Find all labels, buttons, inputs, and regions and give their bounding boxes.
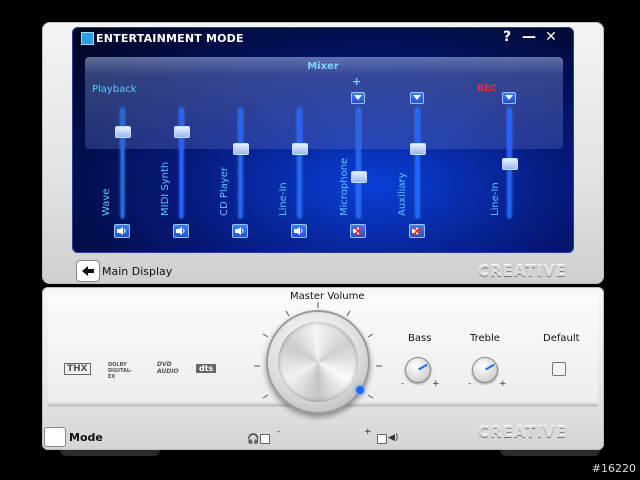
- channel-label-line-in: Line-In: [278, 182, 289, 216]
- cd-player-slider-thumb[interactable]: [233, 143, 249, 155]
- chevron-down-icon: [505, 95, 513, 100]
- cd-player-slider-track[interactable]: [239, 108, 242, 218]
- default-label: Default: [543, 333, 580, 344]
- microphone-select-button[interactable]: [351, 92, 365, 104]
- speaker-toggle[interactable]: [377, 434, 387, 444]
- creative-logo-top: CREATIVE: [478, 262, 567, 280]
- thx-logo: THX: [64, 363, 91, 375]
- microphone-slider-thumb[interactable]: [351, 171, 367, 183]
- line-in-slider-thumb[interactable]: [292, 143, 308, 155]
- speaker-icon: [235, 227, 244, 235]
- dts-logo: dts: [196, 364, 217, 373]
- minimize-button[interactable]: —: [521, 29, 537, 45]
- help-button[interactable]: ?: [499, 29, 515, 45]
- auxiliary-select-button[interactable]: [410, 92, 424, 104]
- volume-indicator: [356, 386, 364, 394]
- plus-icon: +: [352, 75, 362, 88]
- mode-button[interactable]: [44, 427, 66, 447]
- speaker-icon: [117, 227, 126, 235]
- auxiliary-mute-button[interactable]: [409, 224, 425, 238]
- speaker-icon: [176, 227, 185, 235]
- playback-label: Playback: [92, 84, 137, 95]
- muted-speaker-icon: [353, 227, 363, 235]
- muted-speaker-icon: [412, 227, 422, 235]
- arrow-left-icon: [82, 266, 94, 276]
- headphone-icon: 🎧: [247, 434, 260, 445]
- channel-label-auxiliary: Auxiliary: [397, 172, 408, 216]
- speaker-icon: [294, 227, 303, 235]
- headphone-toggle[interactable]: [260, 434, 270, 444]
- left-foot: [60, 450, 160, 456]
- speaker-icon: ◀): [388, 433, 399, 443]
- channel-label-rec-line-in: Line-In: [490, 182, 501, 216]
- dvd-audio-logo: DVD AUDIO: [157, 361, 179, 375]
- treble-label: Treble: [470, 333, 500, 344]
- treble-plus: +: [499, 379, 507, 389]
- midi-synth-slider-thumb[interactable]: [174, 126, 190, 138]
- channel-label-microphone: Microphone: [339, 157, 350, 216]
- right-foot: [500, 450, 600, 456]
- line-in-mute-button[interactable]: [291, 224, 307, 238]
- bass-label: Bass: [408, 333, 432, 344]
- bass-plus: +: [432, 379, 440, 389]
- wave-slider-track[interactable]: [121, 108, 124, 218]
- dolby-logo: DOLBY DIGITAL-EX: [108, 362, 133, 380]
- volume-minus: -: [277, 427, 281, 437]
- volume-plus: +: [364, 427, 372, 437]
- chevron-down-icon: [413, 95, 421, 100]
- channel-label-cd-player: CD Player: [219, 167, 230, 216]
- mixer-header: Mixer: [307, 61, 339, 72]
- window-title: ENTERTAINMENT MODE: [96, 32, 244, 45]
- midi-synth-slider-track[interactable]: [180, 108, 183, 218]
- midi-synth-mute-button[interactable]: [173, 224, 189, 238]
- close-button[interactable]: ✕: [543, 29, 559, 45]
- auxiliary-slider-track[interactable]: [416, 108, 419, 218]
- creative-logo-bottom: CREATIVE: [478, 423, 567, 441]
- main-display-button[interactable]: [76, 260, 100, 282]
- channel-label-midi-synth: MIDI Synth: [160, 161, 171, 216]
- default-button[interactable]: [552, 362, 566, 376]
- mode-label: Mode: [69, 431, 103, 444]
- microphone-mute-button[interactable]: [350, 224, 366, 238]
- master-volume-knob-face: [278, 322, 358, 402]
- wave-slider-thumb[interactable]: [115, 126, 131, 138]
- microphone-slider-track[interactable]: [357, 108, 360, 218]
- watermark: #16220: [591, 462, 636, 475]
- cd-player-mute-button[interactable]: [232, 224, 248, 238]
- treble-minus: -: [468, 379, 472, 389]
- main-display-label: Main Display: [102, 265, 173, 278]
- channel-label-wave: Wave: [101, 188, 112, 216]
- chevron-down-icon: [354, 95, 362, 100]
- wave-mute-button[interactable]: [114, 224, 130, 238]
- rec-line-in-slider-thumb[interactable]: [502, 158, 518, 170]
- line-in-slider-track[interactable]: [298, 108, 301, 218]
- auxiliary-slider-thumb[interactable]: [410, 143, 426, 155]
- rec-select-button[interactable]: [502, 92, 516, 104]
- bass-minus: -: [401, 379, 405, 389]
- app-icon: [81, 32, 94, 45]
- rec-label: REC: [477, 84, 497, 94]
